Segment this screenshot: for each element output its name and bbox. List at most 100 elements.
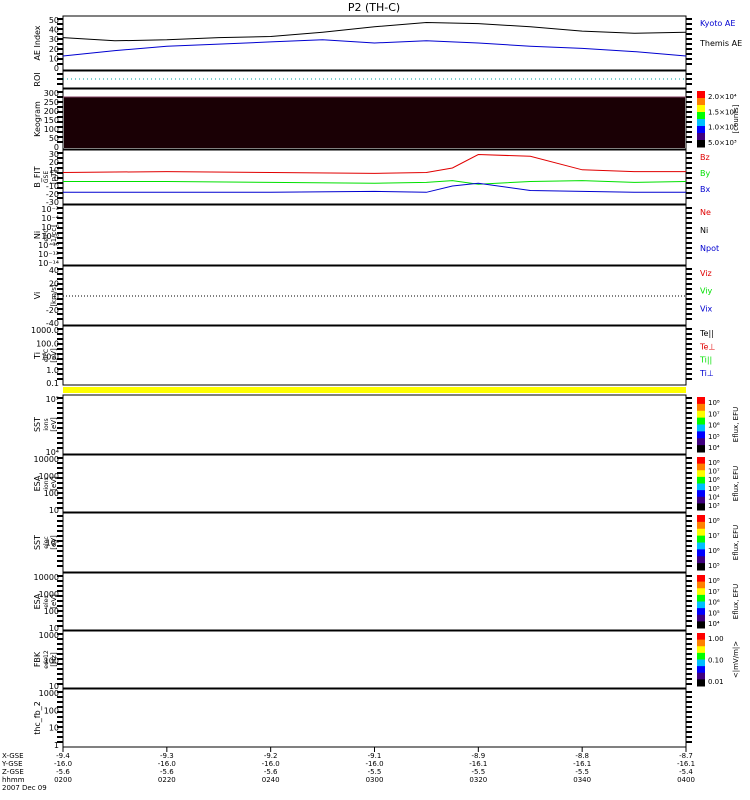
- colorbar-label: 10⁵: [708, 433, 720, 441]
- colorbar-segment: [697, 521, 705, 530]
- themis-summary-plot: P2 (TH-C) AE Index50403020100Kyoto AEThe…: [1, 1, 742, 792]
- x-axis-row-label: 2007 Dec 09: [2, 784, 47, 792]
- colorbar-unit: Eflux, EFU: [732, 525, 740, 560]
- colorbar-label: 10⁸: [708, 577, 720, 585]
- panel-frame: [62, 572, 687, 631]
- colorbar-segment: [697, 588, 705, 596]
- colorbar-segment: [697, 457, 705, 465]
- panel-ylabel: Vi: [33, 292, 42, 300]
- plot-title: P2 (TH-C): [348, 1, 400, 14]
- legend-label: Bx: [700, 185, 710, 194]
- colorbar-segment: [697, 91, 705, 99]
- y-tick-label: 10⁻¹⁰: [38, 241, 59, 250]
- colorbar-segment: [697, 621, 705, 629]
- colorbar-segment: [697, 515, 705, 523]
- panel-frame: [62, 630, 687, 689]
- legend-label: Viz: [700, 269, 712, 278]
- x-axis-tick-label: -9.1: [368, 752, 382, 760]
- panel-frame: [62, 394, 687, 455]
- series-line-bz: [62, 153, 686, 174]
- x-axis-tick-label: -5.6: [160, 768, 174, 776]
- colorbar-label: 10⁸: [708, 459, 720, 467]
- y-tick-label: 10000: [34, 455, 59, 464]
- colorbar-segment: [697, 679, 705, 687]
- colorbar-unit: Eflux, EFU: [732, 466, 740, 501]
- legend-label: Themis AE: [699, 39, 742, 48]
- panel-ylabel: thc_fb_2: [33, 701, 42, 735]
- colorbar-segment: [697, 549, 705, 557]
- colorbar-label: 10⁸: [708, 399, 720, 407]
- colorbar-label: 10⁸: [708, 517, 720, 525]
- colorbar-label: 10⁷: [708, 588, 720, 596]
- panel-sst_i: SST ions [eV]10⁵10⁴10⁸10⁷10⁶10⁵10⁴Eflux, E…: [33, 394, 740, 457]
- y-tick-label: 1000: [39, 590, 59, 599]
- colorbar-label: 10⁴: [708, 493, 720, 501]
- keogram-image: [64, 97, 685, 148]
- y-tick-label: 150: [44, 116, 59, 125]
- y-tick-label: 200: [44, 107, 59, 116]
- colorbar-segment: [697, 463, 705, 471]
- panels-group: AE Index50403020100Kyoto AEThemis AEROIK…: [31, 15, 742, 750]
- x-axis-row-label: hhmm: [2, 776, 25, 784]
- colorbar-segment: [697, 633, 705, 641]
- x-axis-tick-label: 0200: [54, 776, 72, 784]
- colorbar-label: 10⁶: [708, 476, 720, 484]
- colorbar-segment: [697, 575, 705, 583]
- colorbar-segment: [697, 672, 705, 680]
- y-tick-label: 10.0: [41, 353, 59, 362]
- x-axis-row-label: Y-GSE: [1, 760, 23, 768]
- legend-label: Te||: [699, 329, 714, 338]
- y-tick-label: 250: [44, 98, 59, 107]
- colorbar-segment: [697, 105, 705, 113]
- y-tick-label: 100: [44, 607, 59, 616]
- colorbar-segment: [697, 483, 705, 491]
- panel-sst_e: SST elec [eV]10⁵10⁸10⁷10⁶10⁵Eflux, EFU: [33, 512, 740, 573]
- x-axis-tick-label: 0240: [262, 776, 280, 784]
- colorbar-segment: [697, 535, 705, 543]
- legend-label: By: [700, 169, 710, 178]
- x-axis-tick-label: -16.0: [365, 760, 383, 768]
- x-axis-tick-label: -5.5: [575, 768, 589, 776]
- y-tick-label: 10⁵: [46, 395, 59, 404]
- colorbar-label: 1.00: [708, 635, 724, 643]
- y-tick-label: 0: [54, 64, 59, 73]
- panel-ni: Ni eiPC [1/cc]10⁻²10⁻⁴10⁻⁶10⁻⁸10⁻¹⁰10⁻¹²10…: [33, 204, 719, 268]
- x-axis-tick-label: -5.4: [679, 768, 693, 776]
- y-tick-label: 0.1: [46, 379, 59, 388]
- colorbar-segment: [697, 528, 705, 537]
- x-axis-tick-label: -16.1: [677, 760, 695, 768]
- y-tick-label: 10⁻²: [41, 205, 59, 214]
- colorbar-segment: [697, 424, 705, 432]
- y-tick-label: 100: [44, 125, 59, 134]
- colorbar-label: 10⁶: [708, 422, 720, 430]
- panel-ti: Ti eiPC [eV]1000.0100.010.01.00.1Te||Te⊥Ti…: [31, 325, 715, 388]
- y-tick-label: 100: [44, 489, 59, 498]
- colorbar-segment: [697, 608, 705, 616]
- legend-label: Ti⊥: [699, 369, 714, 378]
- panel-frame: [62, 204, 687, 266]
- colorbar-segment: [697, 563, 705, 571]
- y-tick-label: 1000: [39, 472, 59, 481]
- x-axis-tick-label: -8.7: [679, 752, 693, 760]
- x-axis-tick-label: -9.3: [160, 752, 174, 760]
- y-tick-label: 300: [44, 89, 59, 98]
- colorbar-segment: [697, 476, 705, 484]
- x-axis-labels: -9.4-16.0-5.60200-9.3-16.0-5.60220-9.2-1…: [1, 747, 695, 792]
- y-tick-label: 10000: [34, 573, 59, 582]
- x-axis-tick-label: 0320: [469, 776, 487, 784]
- colorbar-segment: [697, 581, 705, 589]
- colorbar-segment: [697, 438, 705, 446]
- colorbar-segment: [697, 639, 705, 647]
- colorbar-unit: [counts]: [732, 104, 740, 133]
- colorbar-segment: [697, 397, 705, 405]
- colorbar-segment: [697, 119, 705, 127]
- series-line-by: [63, 180, 687, 185]
- colorbar-segment: [697, 556, 705, 564]
- x-axis-tick-label: -8.8: [575, 752, 589, 760]
- colorbar-label: 10⁶: [708, 547, 720, 555]
- panel-vi: Vi [km/s]40200-20-40VizViyVix: [33, 265, 713, 328]
- y-tick-label: 100: [44, 706, 59, 715]
- colorbar-label: 10³: [708, 502, 720, 510]
- y-tick-label: 10⁻⁶: [41, 223, 59, 232]
- colorbar-segment: [697, 542, 705, 550]
